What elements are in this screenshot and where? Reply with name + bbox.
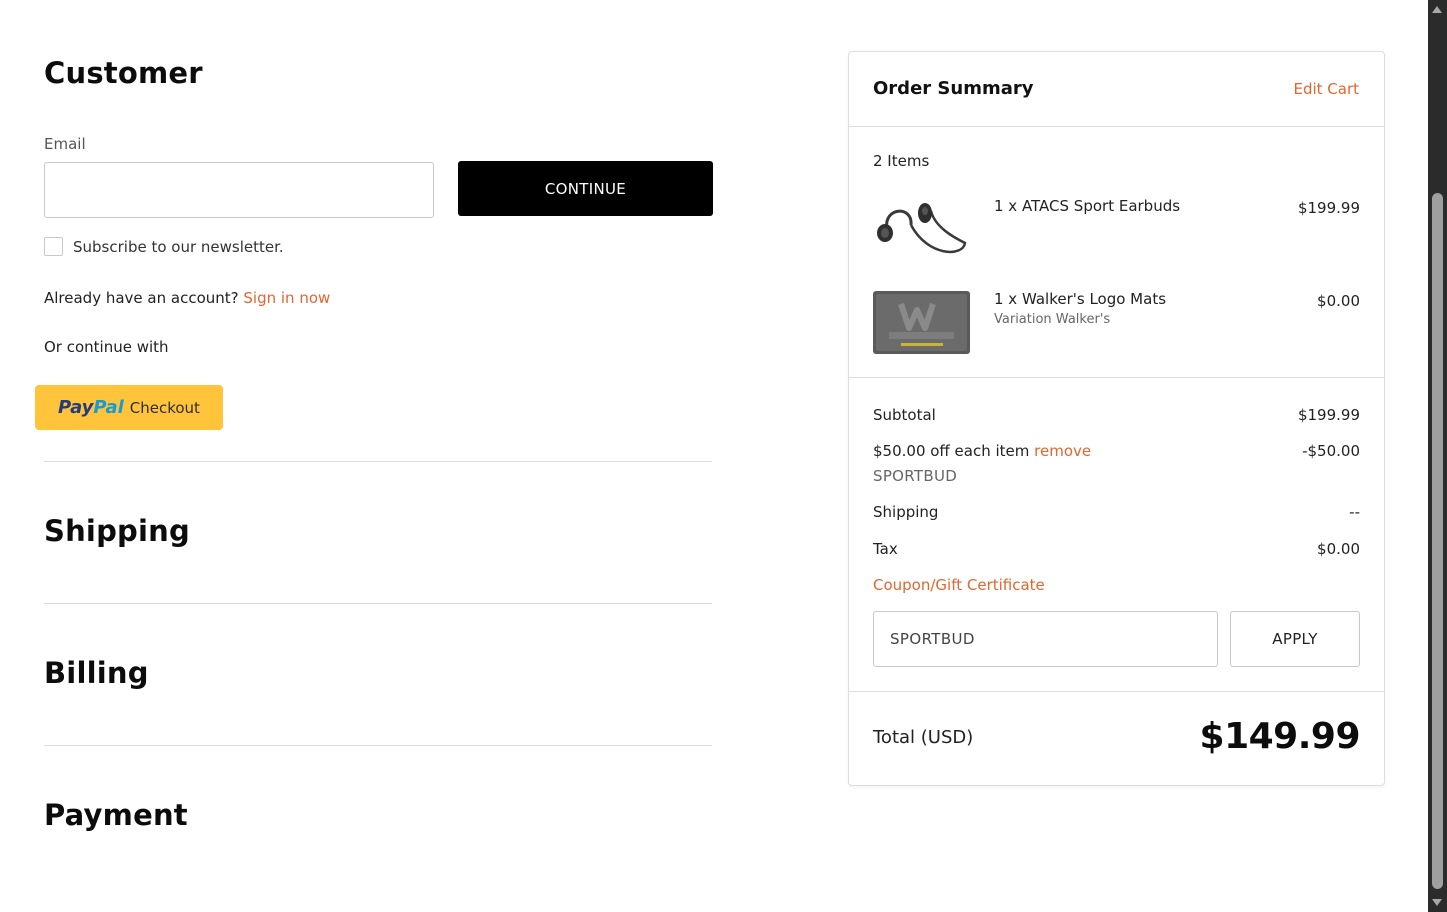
email-label: Email <box>44 135 86 153</box>
tax-value: $0.00 <box>1317 540 1360 558</box>
logo-mat-image <box>873 291 970 354</box>
coupon-gift-certificate-link[interactable]: Coupon/Gift Certificate <box>873 576 1045 594</box>
shipping-row: Shipping -- <box>873 503 1360 521</box>
items-count: 2 Items <box>873 152 930 170</box>
shipping-label: Shipping <box>873 503 939 521</box>
subtotal-row: Subtotal $199.99 <box>873 406 1360 424</box>
paypal-checkout-label: Checkout <box>129 398 200 417</box>
shipping-value: -- <box>1349 503 1360 521</box>
scroll-up-arrow-icon[interactable] <box>1432 6 1442 13</box>
discount-code: SPORTBUD <box>873 467 958 485</box>
apply-coupon-button[interactable]: APPLY <box>1230 611 1360 667</box>
discount-row: $50.00 off each item remove -$50.00 <box>873 442 1360 460</box>
item-price: $0.00 <box>1317 292 1360 310</box>
subtotal-label: Subtotal <box>873 406 936 424</box>
section-divider <box>44 461 712 462</box>
order-summary-title: Order Summary <box>873 78 1034 99</box>
earbuds-image <box>877 203 967 254</box>
sign-in-link[interactable]: Sign in now <box>243 289 330 307</box>
section-divider <box>44 745 712 746</box>
subtotal-value: $199.99 <box>1297 406 1360 424</box>
discount-label: $50.00 off each item <box>873 442 1030 460</box>
section-divider <box>44 603 712 604</box>
shipping-section-title[interactable]: Shipping <box>44 514 190 548</box>
item-price: $199.99 <box>1297 199 1360 217</box>
order-summary-card: Order Summary Edit Cart 2 Items 1 x ATAC… <box>848 51 1385 786</box>
coupon-code-input[interactable] <box>873 611 1218 667</box>
item-name: 1 x ATACS Sport Earbuds <box>994 197 1181 215</box>
order-summary-header: Order Summary Edit Cart <box>849 52 1384 127</box>
discount-value: -$50.00 <box>1302 442 1360 460</box>
item-name: 1 x Walker's Logo Mats <box>994 290 1167 308</box>
newsletter-checkbox[interactable] <box>44 237 63 256</box>
scroll-down-arrow-icon[interactable] <box>1432 899 1442 906</box>
paypal-checkout-button[interactable]: PayPal Checkout <box>35 385 223 430</box>
account-prompt: Already have an account? Sign in now <box>44 289 330 307</box>
tax-row: Tax $0.00 <box>873 540 1360 558</box>
continue-button[interactable]: CONTINUE <box>458 161 713 216</box>
remove-discount-link[interactable]: remove <box>1034 442 1091 460</box>
total-value: $149.99 <box>1199 716 1361 757</box>
billing-section-title[interactable]: Billing <box>44 656 149 690</box>
item-variant: Variation Walker's <box>994 312 1111 327</box>
newsletter-option[interactable]: Subscribe to our newsletter. <box>44 237 284 256</box>
paypal-logo-pay: Pay <box>58 397 94 418</box>
customer-section-title: Customer <box>44 56 203 90</box>
discount-info: $50.00 off each item remove <box>873 442 1091 460</box>
edit-cart-link[interactable]: Edit Cart <box>1293 80 1359 98</box>
account-prompt-text: Already have an account? <box>44 289 239 307</box>
list-item: 1 x ATACS Sport Earbuds $199.99 <box>873 197 1360 263</box>
total-label: Total (USD) <box>873 727 974 748</box>
continue-with-label: Or continue with <box>44 338 169 356</box>
tax-label: Tax <box>873 540 898 558</box>
list-item: 1 x Walker's Logo Mats Variation Walker'… <box>873 290 1360 356</box>
page-scrollbar[interactable] <box>1428 0 1447 912</box>
paypal-logo: PayPal <box>58 397 124 418</box>
newsletter-label: Subscribe to our newsletter. <box>73 237 284 256</box>
summary-divider <box>849 691 1384 692</box>
summary-divider <box>849 377 1384 378</box>
paypal-logo-pal: Pal <box>93 397 124 418</box>
payment-section-title[interactable]: Payment <box>44 798 188 832</box>
scrollbar-thumb[interactable] <box>1432 193 1443 889</box>
email-field[interactable] <box>44 162 434 218</box>
